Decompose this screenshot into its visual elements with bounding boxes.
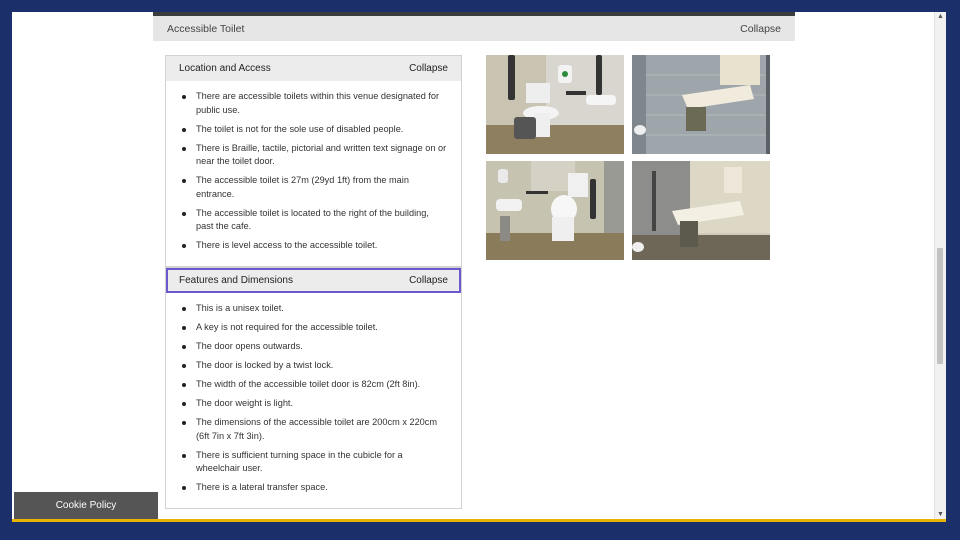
list-item: A key is not required for the accessible…	[182, 321, 447, 335]
accessible-toilet-panel: Accessible Toilet Collapse Location and …	[153, 12, 795, 520]
section-title: Location and Access	[179, 63, 271, 74]
baby-changing-photo-1[interactable]	[632, 55, 770, 154]
section-collapse-button[interactable]: Collapse	[409, 275, 448, 286]
list-item: There is a lateral transfer space.	[182, 481, 447, 495]
bullet-list: There are accessible toilets within this…	[180, 90, 447, 253]
sections-column: Location and Access Collapse There are a…	[165, 55, 462, 509]
accent-strip	[12, 519, 946, 522]
section-location-and-access: Location and Access Collapse There are a…	[165, 55, 462, 267]
section-header-location[interactable]: Location and Access Collapse	[166, 56, 461, 81]
list-item: The accessible toilet is located to the …	[182, 207, 447, 234]
panel-collapse-button[interactable]: Collapse	[740, 23, 781, 35]
list-item: The width of the accessible toilet door …	[182, 378, 447, 392]
section-title: Features and Dimensions	[179, 275, 293, 286]
baby-changing-photo-2[interactable]	[632, 161, 770, 260]
list-item: There is Braille, tactile, pictorial and…	[182, 142, 447, 169]
list-item: There is level access to the accessible …	[182, 239, 447, 253]
list-item: There are accessible toilets within this…	[182, 90, 447, 117]
section-features-and-dimensions: Features and Dimensions Collapse This is…	[165, 267, 462, 509]
panel-title: Accessible Toilet	[167, 22, 245, 35]
bullet-list: This is a unisex toilet. A key is not re…	[180, 302, 447, 495]
scroll-thumb[interactable]	[937, 248, 943, 364]
browser-viewport: Accessible Toilet Collapse Location and …	[12, 12, 946, 520]
toilet-photo-2[interactable]	[486, 161, 624, 260]
panel-header[interactable]: Accessible Toilet Collapse	[153, 16, 795, 41]
list-item: The door weight is light.	[182, 397, 447, 411]
list-item: The dimensions of the accessible toilet …	[182, 416, 447, 443]
section-body: This is a unisex toilet. A key is not re…	[166, 293, 461, 508]
toilet-photo-1[interactable]	[486, 55, 624, 154]
section-body: There are accessible toilets within this…	[166, 81, 461, 266]
list-item: The accessible toilet is 27m (29yd 1ft) …	[182, 174, 447, 201]
list-item: This is a unisex toilet.	[182, 302, 447, 316]
list-item: The door opens outwards.	[182, 340, 447, 354]
section-collapse-button[interactable]: Collapse	[409, 63, 448, 74]
list-item: There is sufficient turning space in the…	[182, 449, 447, 476]
list-item: The toilet is not for the sole use of di…	[182, 123, 447, 137]
scroll-up-arrow-icon[interactable]: ▲	[935, 12, 946, 22]
section-header-features[interactable]: Features and Dimensions Collapse	[166, 268, 461, 293]
vertical-scrollbar[interactable]: ▲ ▼	[934, 12, 946, 520]
cookie-policy-button[interactable]: Cookie Policy	[14, 492, 158, 519]
list-item: The door is locked by a twist lock.	[182, 359, 447, 373]
